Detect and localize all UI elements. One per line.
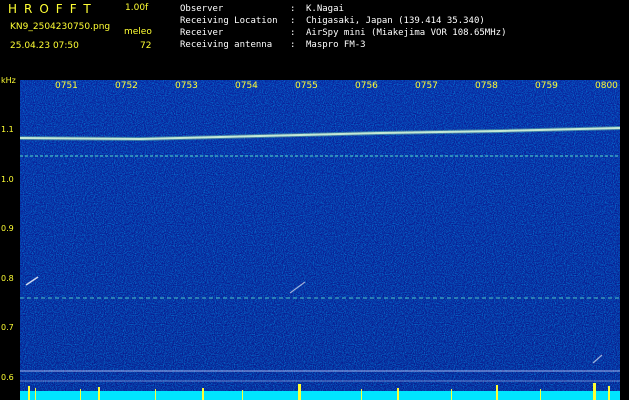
- frequency-unit-label: kHz: [1, 76, 16, 85]
- waterfall-spectrogram: [20, 80, 620, 400]
- file-name: KN9_2504230750.png: [10, 22, 111, 32]
- info-value: Chigasaki, Japan (139.414 35.340): [306, 16, 485, 26]
- y-tick-label: 0.6: [1, 373, 14, 382]
- info-key: Receiver: [180, 28, 224, 38]
- x-tick-label: 0758: [475, 81, 498, 91]
- x-tick-label: 0759: [535, 81, 558, 91]
- x-tick-label: 0754: [235, 81, 258, 91]
- info-key: Receiving antenna: [180, 40, 273, 50]
- info-value: AirSpy mini (Miakejima VOR 108.65MHz): [306, 28, 507, 38]
- x-tick-label: 0800: [595, 81, 618, 91]
- x-tick-label: 0756: [355, 81, 378, 91]
- waterfall-noise: [20, 80, 620, 400]
- meleo-count: 72: [140, 41, 152, 51]
- y-tick-label: 0.9: [1, 224, 14, 233]
- info-row-location: Receiving Location: Chigasaki, Japan (139…: [180, 16, 485, 26]
- x-tick-label: 0757: [415, 81, 438, 91]
- info-key: Receiving Location: [180, 16, 278, 26]
- info-key: Observer: [180, 4, 224, 14]
- x-tick-label: 0753: [175, 81, 198, 91]
- x-tick-label: 0755: [295, 81, 318, 91]
- y-tick-label: 1.1: [1, 125, 14, 134]
- date-time: 25.04.23 07:50: [10, 41, 79, 51]
- meleo-label: meleo: [124, 27, 152, 37]
- y-tick-label: 0.7: [1, 323, 14, 332]
- y-tick-label: 1.0: [1, 175, 14, 184]
- x-tick-label: 0751: [55, 81, 78, 91]
- header-panel: HROFFT 1.00f KN9_2504230750.png 25.04.23…: [0, 0, 629, 74]
- x-tick-label: 0752: [115, 81, 138, 91]
- info-value: K.Nagai: [306, 4, 344, 14]
- y-tick-label: 0.8: [1, 274, 14, 283]
- info-row-receiver: Receiver: AirSpy mini (Miakejima VOR 108.…: [180, 28, 507, 38]
- info-row-antenna: Receiving antenna: Maspro FM-3: [180, 40, 366, 50]
- app-title: HROFFT: [8, 2, 98, 16]
- signal-level-bar: [20, 391, 620, 400]
- info-value: Maspro FM-3: [306, 40, 366, 50]
- info-row-observer: Observer: K.Nagai: [180, 4, 344, 14]
- app-version: 1.00f: [125, 3, 149, 13]
